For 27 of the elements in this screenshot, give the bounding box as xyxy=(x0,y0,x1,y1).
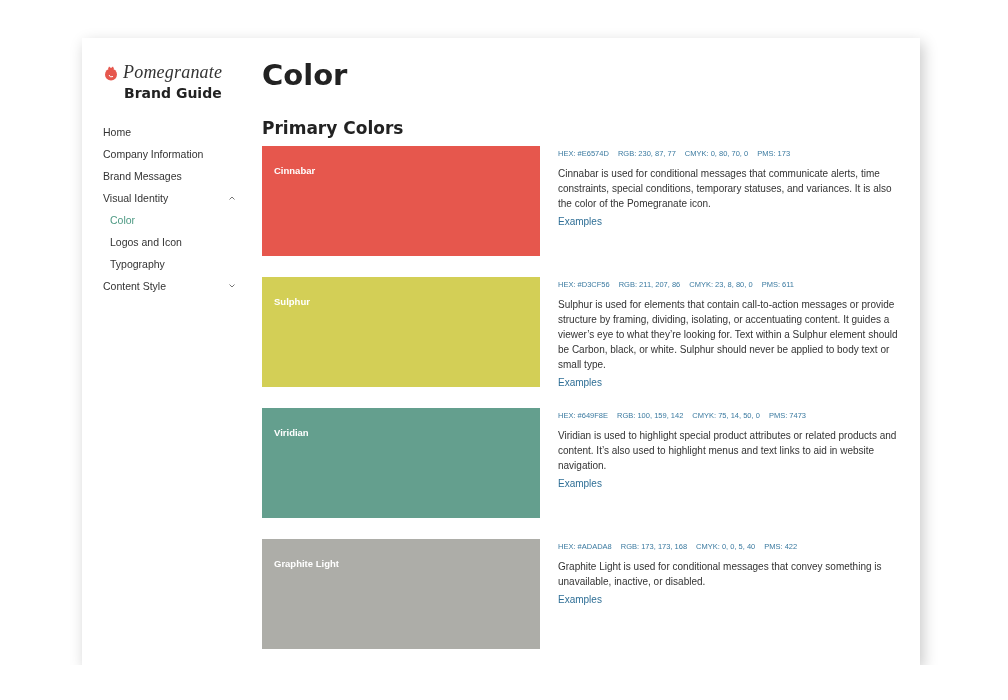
nav-link[interactable]: Company Information xyxy=(103,143,241,165)
color-name: Graphite Light xyxy=(274,558,339,569)
nav-link[interactable]: Typography xyxy=(103,253,241,275)
nav-link[interactable]: Brand Messages xyxy=(103,165,241,187)
examples-link[interactable]: Examples xyxy=(558,377,602,388)
nav-link[interactable]: Home xyxy=(103,121,241,143)
pomegranate-icon xyxy=(103,64,119,81)
nav-link[interactable]: Color xyxy=(103,209,241,231)
color-name: Cinnabar xyxy=(274,165,316,176)
examples-link[interactable]: Examples xyxy=(558,594,602,605)
color-description: Sulphur is used for elements that contain call-to-action messages or provide structure by framing, dividing, isolating, or accentuating content. It guides a viewer’s eye to what they’re looking for. Text within a Sulphur element should be Carbon, black, or white. Sulphur should never be applied to body text or small type. xyxy=(558,298,899,372)
examples-link[interactable]: Examples xyxy=(558,216,602,227)
nav-link[interactable]: Visual Identity xyxy=(103,187,241,209)
brand-subtitle: Brand Guide xyxy=(124,85,223,101)
page-title: Color xyxy=(262,58,349,92)
color-description: Cinnabar is used for conditional messages that communicate alerts, time constraints, special conditions, temporary statuses, and variances. It is also the color of the Pomegranate icon. xyxy=(558,167,893,211)
chevron-icon xyxy=(229,284,235,288)
color-description: Viridian is used to highlight special product attributes or related products and content. It’s also used to highlight menus and text links to aid in website navigation. xyxy=(558,429,898,473)
color-name: Sulphur xyxy=(274,296,310,307)
color-description: Graphite Light is used for conditional messages that convey something is unavailable, inactive, or disabled. xyxy=(558,560,883,589)
nav-link[interactable]: Logos and Icon xyxy=(103,231,241,253)
brand-logo: Pomegranate xyxy=(123,62,223,83)
chevron-icon xyxy=(229,196,235,200)
color-name: Viridian xyxy=(274,427,309,438)
examples-link[interactable]: Examples xyxy=(558,478,602,489)
section-title: Primary Colors xyxy=(262,118,405,138)
nav-link[interactable]: Content Style xyxy=(103,275,241,297)
